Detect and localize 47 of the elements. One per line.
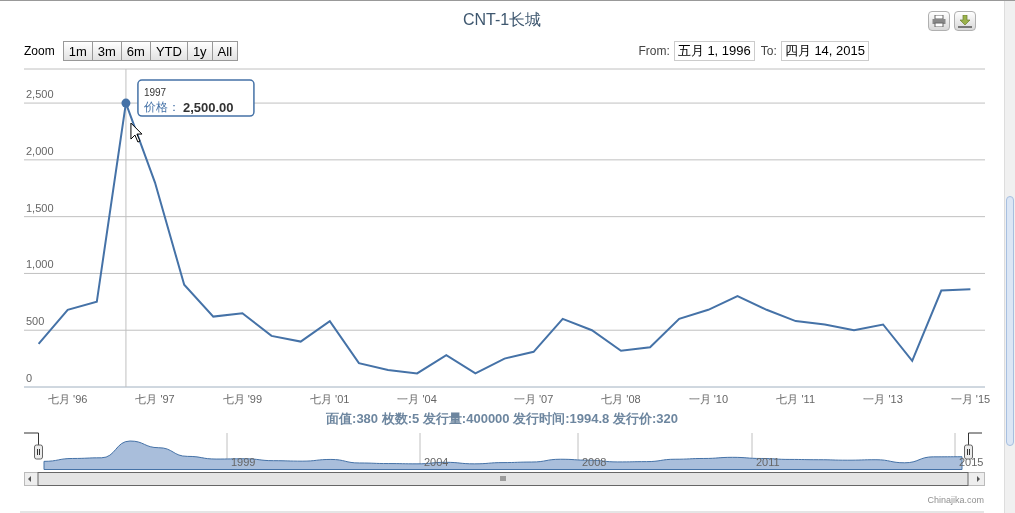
from-date-field[interactable]: 五月 1, 1996 [673,41,755,61]
tooltip-value: 2,500.00 [182,100,234,116]
x-axis-label: 一月 '07 [513,393,554,405]
zoom-label: Zoom [24,43,55,60]
to-date-field[interactable]: 四月 14, 2015 [780,41,869,61]
hover-point [121,98,131,108]
tooltip-date: 1997 [143,87,167,99]
x-axis-label: 七月 '08 [601,393,641,405]
zoom-button[interactable]: 3m [91,42,121,60]
print-button[interactable] [928,11,950,31]
navigator-label: 2008 [582,456,607,468]
x-axis-label: 七月 '99 [222,393,263,405]
x-axis-label: 七月 '11 [776,393,815,405]
zoom-button[interactable]: YTD [149,42,187,60]
cursor-icon [130,122,143,143]
zoom-button[interactable]: 1y [186,42,212,60]
y-axis-label: 500 [26,315,45,328]
zoom-button[interactable]: 1m [63,42,92,60]
chart-subtitle: 面值:380 枚数:5 发行量:400000 发行时间:1994.8 发行价:320 [326,410,678,429]
tooltip-label: 价格： [143,100,180,115]
x-axis-label: 七月 '97 [135,393,175,405]
navigator-scrollbar[interactable] [24,472,985,486]
y-axis-label: 1,500 [26,201,54,214]
page-scrollbar[interactable] [1004,1,1015,513]
x-axis-label: 一月 '13 [863,393,903,405]
zoom-button[interactable]: All [211,42,238,60]
scrollbar-thumb[interactable] [1006,196,1014,446]
download-icon [958,14,972,28]
navigator-handle[interactable] [964,432,983,460]
from-label: From: [638,43,670,60]
chart-title: CNT-1长城 [462,10,542,30]
x-axis-label: 一月 '04 [397,393,437,405]
y-axis-label: 2,500 [26,88,54,101]
x-axis-label: 一月 '15 [950,393,991,405]
y-axis-label: 1,000 [26,258,54,271]
navigator-label: 1999 [231,456,256,468]
x-axis-label: 一月 '10 [688,393,729,405]
x-axis-label: 七月 '96 [48,393,88,405]
x-axis-label: 七月 '01 [310,393,350,405]
to-label: To: [760,43,777,60]
y-axis-label: 0 [26,372,33,384]
y-axis-label: 2,000 [26,144,54,157]
navigator-label: 2011 [756,456,780,468]
zoom-button[interactable]: 6m [120,42,150,60]
download-button[interactable] [954,11,976,31]
print-icon [932,15,946,27]
navigator-handle[interactable] [23,432,43,460]
